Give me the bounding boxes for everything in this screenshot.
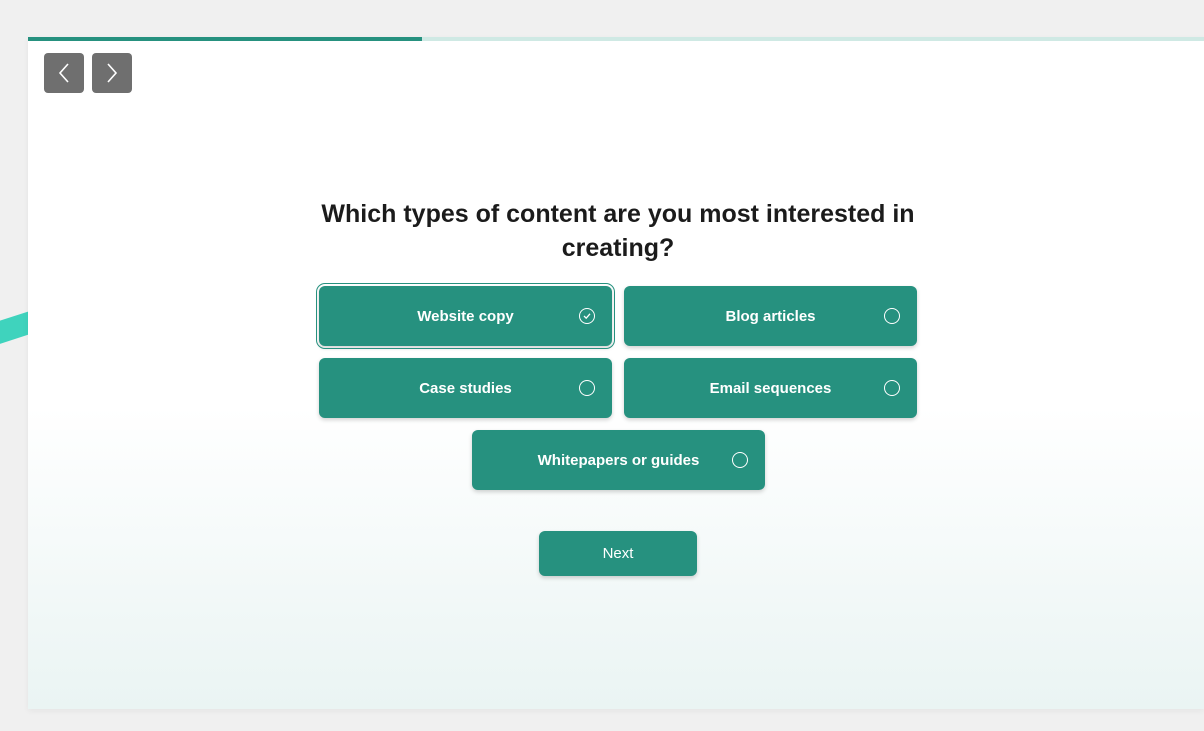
radio-icon <box>884 380 900 396</box>
radio-icon <box>579 380 595 396</box>
next-arrow-button[interactable] <box>92 53 132 93</box>
option-label: Email sequences <box>709 379 832 397</box>
option-case-studies[interactable]: Case studies <box>319 358 612 418</box>
option-label: Case studies <box>419 379 512 397</box>
checked-radio-icon <box>579 308 595 324</box>
radio-icon <box>884 308 900 324</box>
chevron-left-icon <box>58 63 69 83</box>
progress-bar-fill <box>28 37 422 41</box>
option-website-copy[interactable]: Website copy <box>316 283 615 349</box>
progress-bar <box>28 37 1204 41</box>
next-button[interactable]: Next <box>539 531 697 576</box>
survey-card: Which types of content are you most inte… <box>28 37 1204 709</box>
chevron-right-icon <box>107 63 118 83</box>
option-blog-articles[interactable]: Blog articles <box>624 286 917 346</box>
option-label: Blog articles <box>725 307 816 325</box>
option-label: Whitepapers or guides <box>537 451 700 469</box>
option-label: Website copy <box>417 307 514 325</box>
previous-button[interactable] <box>44 53 84 93</box>
option-email-sequences[interactable]: Email sequences <box>624 358 917 418</box>
question-title: Which types of content are you most inte… <box>321 200 915 262</box>
option-whitepapers-or-guides[interactable]: Whitepapers or guides <box>472 430 765 490</box>
radio-icon <box>732 452 748 468</box>
